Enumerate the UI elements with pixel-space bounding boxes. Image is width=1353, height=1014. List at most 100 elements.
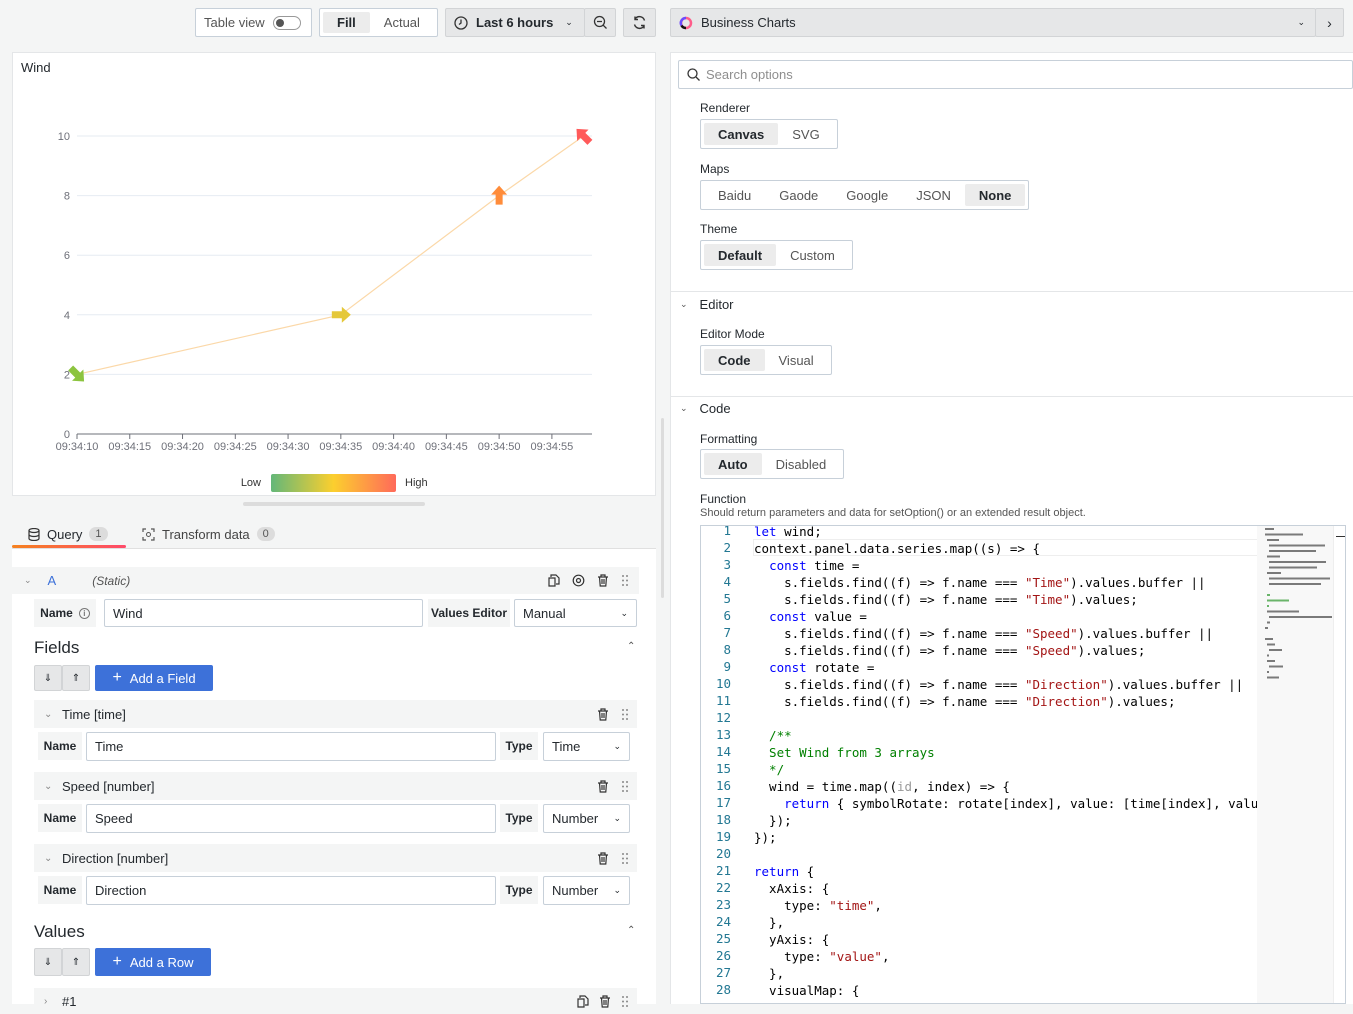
duplicate-icon[interactable] <box>577 994 589 1008</box>
editor-mode-visual[interactable]: Visual <box>765 349 828 371</box>
x-tick-label: 09:34:45 <box>425 441 468 453</box>
drag-handle-icon[interactable] <box>621 852 629 865</box>
panel-resize-handle[interactable] <box>243 502 425 506</box>
minimap-line <box>1269 616 1332 618</box>
table-view-toggle[interactable]: Table view <box>195 8 312 37</box>
drag-handle-icon[interactable] <box>621 995 629 1008</box>
field-header-time[interactable]: ⌄ Time [time] <box>34 700 637 728</box>
fields-collapse-all-button[interactable]: ⇑ <box>62 665 90 691</box>
chevron-down-icon: ⌄ <box>565 17 573 27</box>
code-minimap[interactable] <box>1257 526 1333 1003</box>
theme-default[interactable]: Default <box>704 244 777 266</box>
code-line: 20 <box>701 846 1257 863</box>
time-range-picker[interactable]: Last 6 hours ⌄ <box>445 8 585 37</box>
formatting-disabled[interactable]: Disabled <box>762 453 841 475</box>
maps-json[interactable]: JSON <box>902 184 965 206</box>
line-number: 28 <box>715 982 731 997</box>
zoom-out-button[interactable] <box>584 8 616 37</box>
x-tick-label: 09:34:50 <box>478 441 521 453</box>
query-name-label: Name <box>40 606 73 620</box>
add-field-label: Add a Field <box>129 670 196 686</box>
chevron-down-icon: ⌄ <box>44 852 53 864</box>
formatting-toggle: Auto Disabled <box>700 449 845 479</box>
field-type-label: Type <box>500 732 538 760</box>
values-collapse-all-button[interactable]: ⇑ <box>62 948 90 976</box>
chart-panel: Wind 0 2 4 6 8 10 09:34:10 09:34:15 09:34:20 09:3… <box>12 52 656 496</box>
trash-icon[interactable] <box>597 779 609 793</box>
query-ref-id[interactable]: A <box>48 573 57 588</box>
code-editor[interactable]: 1 let wind; 2 context.panel.data.series.map… <box>700 525 1346 1004</box>
minimap-line <box>1265 627 1268 629</box>
editor-section-header[interactable]: ⌄ Editor <box>680 297 734 312</box>
add-field-button[interactable]: + Add a Field <box>95 665 213 691</box>
visualization-picker[interactable]: Business Charts ⌄ <box>670 8 1316 37</box>
trash-icon[interactable] <box>599 994 611 1008</box>
field-type-select[interactable]: Number ⌄ <box>543 876 630 905</box>
fields-expand-all-button[interactable]: ⇓ <box>34 665 62 691</box>
wind-chart: 024681009:34:10 09:34:15 09:34:20 09:34:25 0… <box>56 128 593 492</box>
renderer-canvas[interactable]: Canvas <box>704 123 779 145</box>
field-name-input[interactable]: Time <box>86 732 496 761</box>
zoom-out-icon <box>593 15 607 29</box>
chevron-down-icon: ⌄ <box>613 741 621 751</box>
tab-query[interactable]: Query 1 <box>12 520 126 548</box>
renderer-svg[interactable]: SVG <box>778 123 833 145</box>
line-number: 24 <box>715 914 731 929</box>
field-type-select[interactable]: Time ⌄ <box>543 732 630 761</box>
field-type-select[interactable]: Number ⌄ <box>543 804 630 833</box>
query-name-value: Wind <box>113 605 143 621</box>
table-view-switch[interactable] <box>272 15 301 30</box>
values-expand-all-button[interactable]: ⇓ <box>34 948 62 976</box>
editor-mode-label: Editor Mode <box>700 327 765 341</box>
maps-baidu[interactable]: Baidu <box>704 184 765 206</box>
minimap-line <box>1267 594 1270 596</box>
tab-transform[interactable]: Transform data 0 <box>142 520 275 548</box>
maps-none[interactable]: None <box>964 184 1026 206</box>
actual-option[interactable]: Actual <box>370 12 434 33</box>
tab-transform-label: Transform data <box>162 526 250 542</box>
drag-handle-icon[interactable] <box>621 574 629 587</box>
code-section-header[interactable]: ⌄ Code <box>680 401 731 416</box>
values-collapse-icon[interactable]: ⌃ <box>627 925 635 936</box>
field-type-label: Type <box>500 804 538 832</box>
trash-icon[interactable] <box>597 851 609 865</box>
row-header[interactable]: › #1 <box>34 988 637 1014</box>
line-number: 3 <box>723 557 731 572</box>
line-number: 23 <box>715 897 731 912</box>
trash-icon[interactable] <box>597 574 609 587</box>
query-scrollbar[interactable] <box>661 418 664 598</box>
code-line: 21 return { <box>701 863 1257 880</box>
eye-icon[interactable] <box>572 574 585 587</box>
formatting-auto[interactable]: Auto <box>704 453 762 475</box>
duplicate-icon[interactable] <box>548 574 560 587</box>
values-editor-select[interactable]: Manual ⌄ <box>514 599 637 627</box>
field-header-speed[interactable]: ⌄ Speed [number] <box>34 772 637 800</box>
field-header-direction[interactable]: ⌄ Direction [number] <box>34 844 637 872</box>
drag-handle-icon[interactable] <box>621 708 629 721</box>
minimap-line <box>1267 605 1269 607</box>
code-line: 18 }); <box>701 812 1257 829</box>
theme-custom[interactable]: Custom <box>776 244 849 266</box>
add-row-button[interactable]: + Add a Row <box>95 948 211 976</box>
collapse-options-button[interactable]: › <box>1315 8 1344 37</box>
maps-gaode[interactable]: Gaode <box>765 184 832 206</box>
refresh-button[interactable] <box>623 8 656 37</box>
fill-actual-toggle: Fill Actual <box>319 8 438 37</box>
field-title: Time [time] <box>62 706 126 722</box>
trash-icon[interactable] <box>597 707 609 721</box>
y-tick-label: 8 <box>64 191 70 203</box>
maps-google[interactable]: Google <box>832 184 902 206</box>
line-number: 27 <box>715 965 731 980</box>
editor-mode-code[interactable]: Code <box>704 349 765 371</box>
drag-handle-icon[interactable] <box>621 780 629 793</box>
search-options-input[interactable]: Search options <box>678 60 1353 89</box>
query-name-input[interactable]: Wind <box>104 599 423 627</box>
fields-collapse-icon[interactable]: ⌃ <box>627 641 635 652</box>
field-name-input[interactable]: Speed <box>86 804 496 833</box>
chevron-right-icon: › <box>44 995 48 1007</box>
fill-option[interactable]: Fill <box>323 12 370 33</box>
code-scrollbar[interactable] <box>1333 526 1345 1003</box>
field-name-input[interactable]: Direction <box>86 876 496 905</box>
code-line: 26 type: "value", <box>701 948 1257 965</box>
collapse-chevron-icon[interactable]: ⌄ <box>24 575 32 586</box>
